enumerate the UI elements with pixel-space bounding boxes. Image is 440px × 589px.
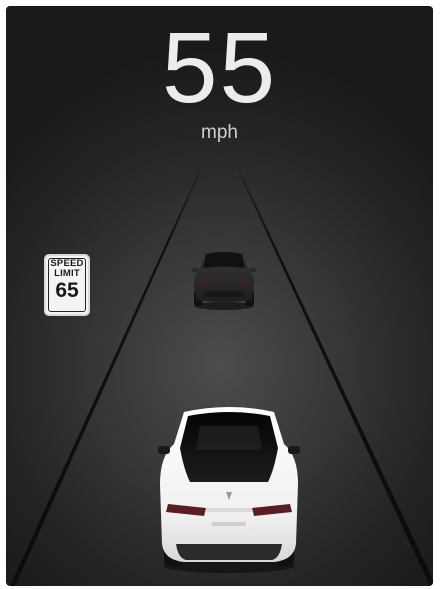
lead-car-icon — [192, 247, 256, 310]
speed-limit-sign: SPEED LIMIT 65 — [44, 254, 90, 316]
current-speed: 55 — [161, 12, 278, 124]
speed-limit-sign-border — [48, 258, 86, 312]
driver-display: 55 mph SPEED LIMIT 65 — [6, 6, 433, 586]
ego-car-icon — [158, 407, 300, 573]
speed-unit: mph — [201, 122, 238, 143]
